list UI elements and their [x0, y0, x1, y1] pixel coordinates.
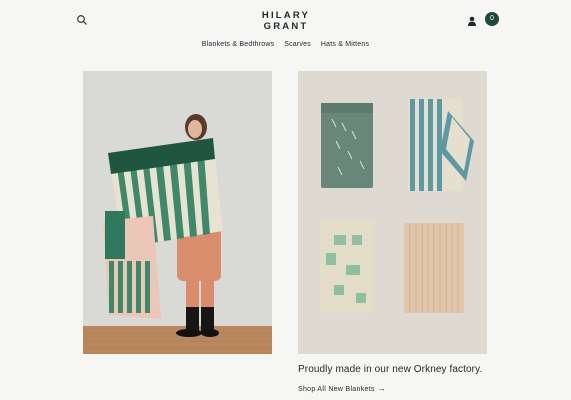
search-icon[interactable]: [76, 13, 88, 25]
nav-item-hats-mittens[interactable]: Hats & Mittens: [321, 41, 369, 48]
nav-item-blankets[interactable]: Blankets & Bedthrows: [202, 41, 274, 48]
arrow-right-icon: →: [377, 384, 387, 393]
user-icon[interactable]: [467, 14, 477, 26]
cart-button[interactable]: 0: [485, 12, 499, 26]
main-nav: Blankets & Bedthrows Scarves Hats & Mitt…: [0, 41, 571, 48]
blanket-model-image[interactable]: [83, 71, 272, 354]
shop-link-label: Shop All New Blankets: [298, 386, 375, 393]
nav-item-scarves[interactable]: Scarves: [284, 41, 311, 48]
brand-logo-line2: GRANT: [263, 21, 309, 32]
shop-new-blankets-link[interactable]: Shop All New Blankets →: [298, 384, 386, 393]
brand-logo-line1: HILARY: [261, 10, 311, 21]
cart-count: 0: [490, 15, 494, 22]
site-header: HILARY GRANT 0 Blankets & Bedthrows Scar…: [0, 0, 571, 60]
feature-tagline: Proudly made in our new Orkney factory.: [298, 364, 483, 375]
brand-logo[interactable]: HILARY GRANT: [256, 10, 316, 32]
folded-blankets-image[interactable]: [298, 71, 487, 354]
